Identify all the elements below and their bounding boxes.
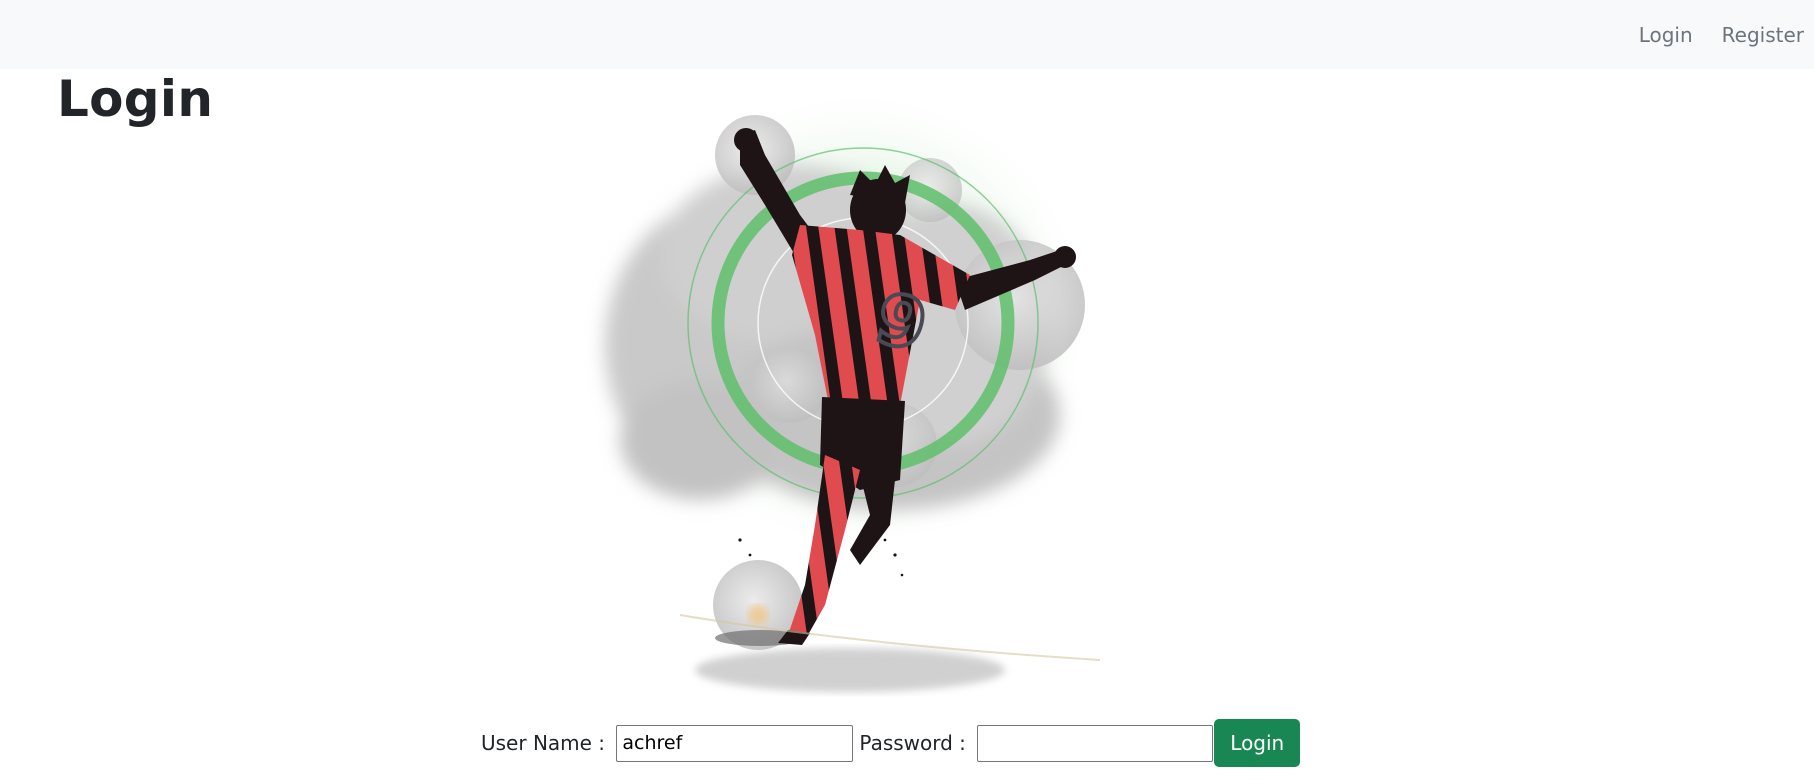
player-artwork: 9 — [605, 85, 1101, 692]
login-form: User Name : Password : Login — [481, 719, 1301, 767]
login-button[interactable]: Login — [1214, 719, 1301, 767]
nav-link-login[interactable]: Login — [1639, 23, 1693, 47]
username-label: User Name : — [481, 731, 612, 755]
top-navbar: Login Register — [0, 0, 1814, 69]
page-title: Login — [57, 70, 214, 128]
password-label: Password : — [859, 731, 973, 755]
username-input[interactable] — [616, 724, 854, 762]
navbar-links: Login Register — [1639, 0, 1814, 69]
football-player-illustration: 9 — [560, 85, 1140, 710]
nav-link-register[interactable]: Register — [1722, 23, 1804, 47]
password-input[interactable] — [977, 724, 1214, 762]
